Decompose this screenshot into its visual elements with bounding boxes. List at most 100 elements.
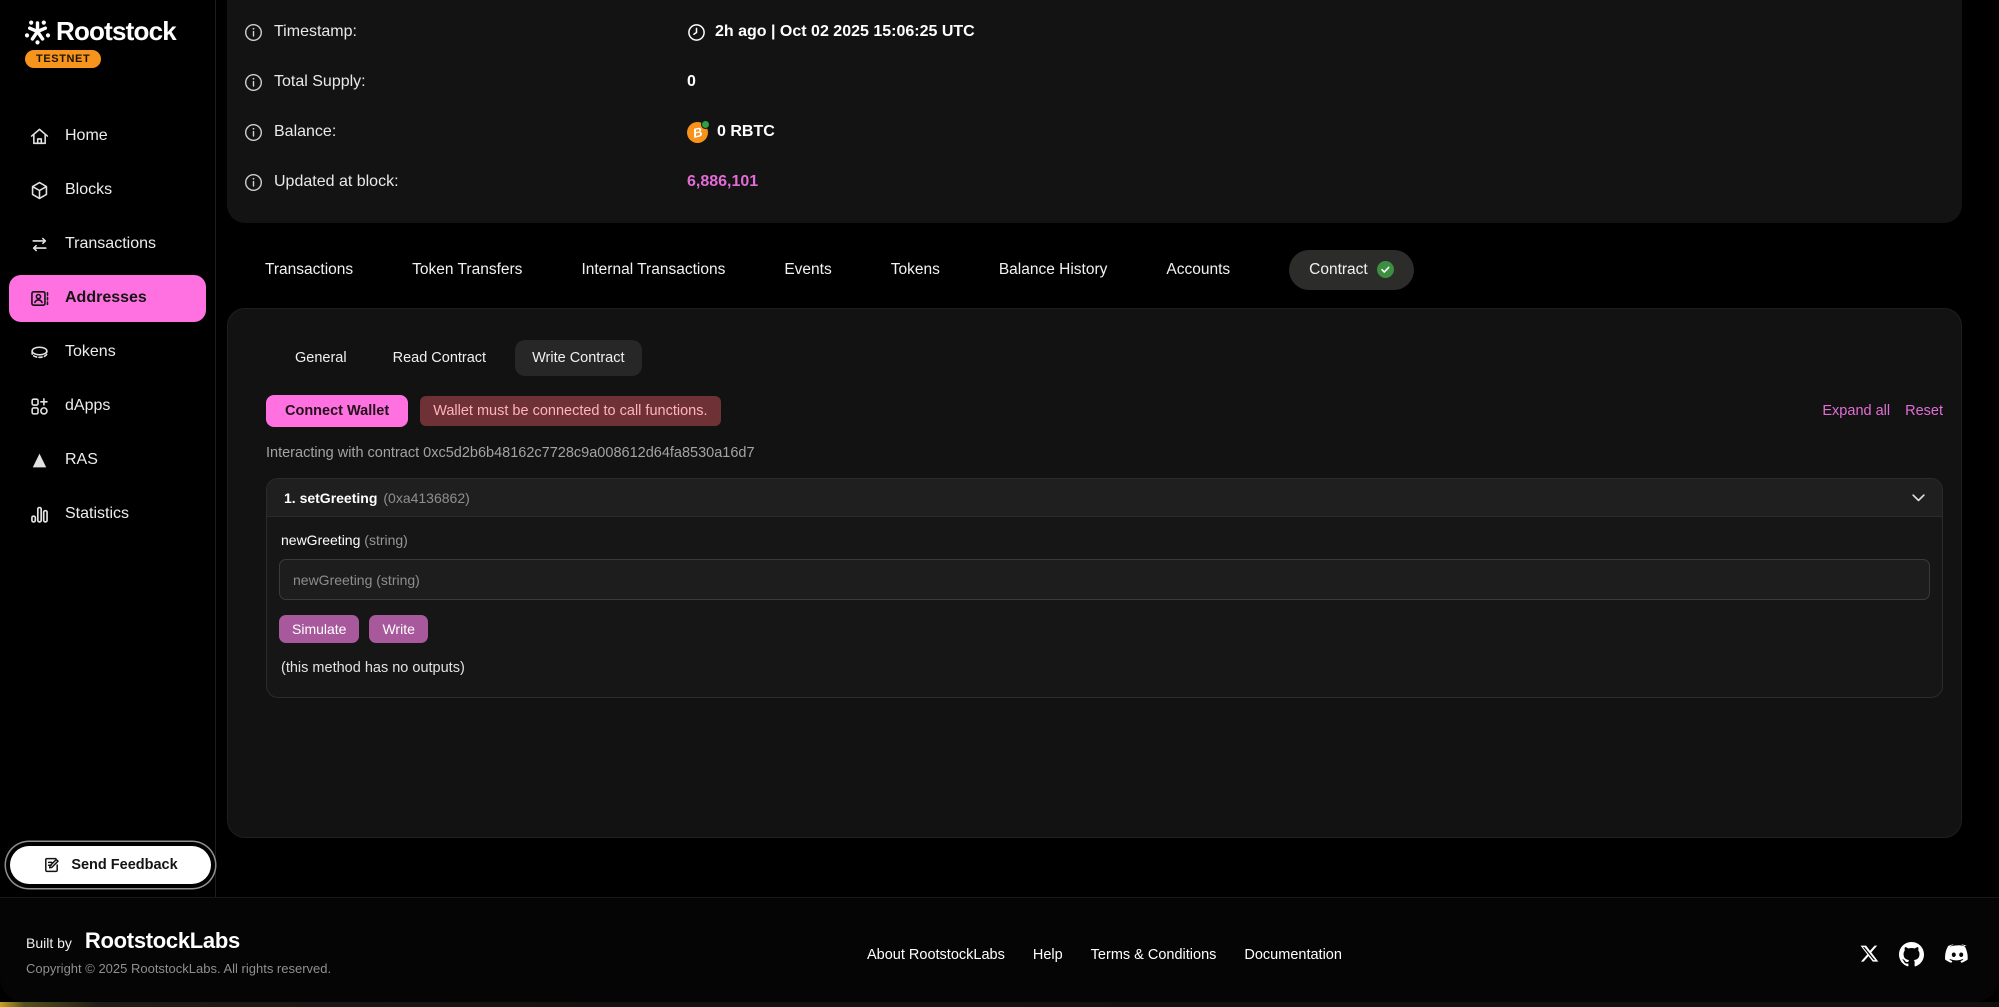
block-number-link[interactable]: 6,886,101 — [687, 173, 758, 191]
tab-balance-history[interactable]: Balance History — [999, 261, 1108, 279]
rootstock-logo[interactable]: Rootstock — [24, 16, 176, 47]
sidebar-item-statistics[interactable]: Statistics — [0, 487, 215, 541]
brand-name: Rootstock — [56, 16, 176, 47]
blocks-icon — [29, 180, 50, 201]
sidebar-item-label: Home — [65, 127, 108, 145]
contract-panel: General Read Contract Write Contract Con… — [227, 308, 1962, 838]
address-info-panel: Timestamp: 2h ago | Oct 02 2025 15:06:25… — [227, 0, 1962, 223]
method-title: 1. setGreeting — [284, 490, 377, 506]
info-label: Updated at block: — [244, 173, 687, 192]
info-icon[interactable] — [244, 23, 263, 42]
sidebar-item-addresses[interactable]: Addresses — [9, 275, 206, 322]
testnet-badge: TESTNET — [25, 50, 101, 68]
rbtc-green-badge — [701, 120, 710, 129]
x-twitter-icon[interactable] — [1858, 944, 1879, 965]
outputs-note: (this method has no outputs) — [281, 660, 1930, 676]
rootstocklabs-link[interactable]: RootstockLabs — [85, 928, 240, 954]
info-row-timestamp: Timestamp: 2h ago | Oct 02 2025 15:06:25… — [227, 7, 1962, 57]
footer-link-about[interactable]: About RootstockLabs — [867, 947, 1005, 963]
main-content: Timestamp: 2h ago | Oct 02 2025 15:06:25… — [216, 0, 1999, 838]
wallet-row: Connect Wallet Wallet must be connected … — [266, 395, 1943, 427]
tab-internal-transactions[interactable]: Internal Transactions — [581, 261, 725, 279]
method-actions: Simulate Write — [279, 615, 1930, 643]
info-label-text: Updated at block: — [274, 173, 399, 191]
interacting-with-contract-text: Interacting with contract 0xc5d2b6b48162… — [266, 445, 1943, 461]
subtab-read-contract[interactable]: Read Contract — [376, 340, 504, 376]
home-icon — [29, 126, 50, 147]
footer-link-terms[interactable]: Terms & Conditions — [1091, 947, 1217, 963]
tab-events[interactable]: Events — [784, 261, 831, 279]
info-icon[interactable] — [244, 73, 263, 92]
info-label: Total Supply: — [244, 73, 687, 92]
sidebar-item-ras[interactable]: RAS — [0, 433, 215, 487]
footer-links: About RootstockLabs Help Terms & Conditi… — [867, 947, 1342, 963]
footer-link-help[interactable]: Help — [1033, 947, 1063, 963]
expand-all-link[interactable]: Expand all — [1822, 403, 1890, 419]
feedback-pencil-icon — [43, 856, 61, 874]
sidebar-item-label: Transactions — [65, 235, 156, 253]
built-by-text: Built by — [26, 935, 72, 951]
info-label: Timestamp: — [244, 23, 687, 42]
sidebar-item-dapps[interactable]: dApps — [0, 379, 215, 433]
info-row-updated-at-block: Updated at block: 6,886,101 — [227, 157, 1962, 207]
info-icon[interactable] — [244, 173, 263, 192]
clock-icon — [687, 23, 706, 42]
footer: Built by RootstockLabs Copyright © 2025 … — [0, 897, 1999, 1002]
chevron-down-icon — [1912, 494, 1925, 502]
balance-value: B 0 RBTC — [687, 122, 775, 143]
sidebar-item-home[interactable]: Home — [0, 109, 215, 163]
wallet-warning-badge: Wallet must be connected to call functio… — [420, 396, 720, 426]
subtab-write-contract[interactable]: Write Contract — [515, 340, 641, 376]
simulate-button[interactable]: Simulate — [279, 615, 359, 643]
total-supply-value: 0 — [687, 73, 696, 91]
sidebar-item-transactions[interactable]: Transactions — [0, 217, 215, 271]
bottom-accent-strip — [0, 1002, 1999, 1007]
transactions-icon — [29, 234, 50, 255]
feedback-label: Send Feedback — [71, 857, 177, 873]
new-greeting-input[interactable] — [279, 559, 1930, 600]
param-label: newGreeting (string) — [281, 532, 1930, 548]
sidebar-nav: Home Blocks Transactions Addresses Token… — [0, 109, 215, 541]
address-tabs: Transactions Token Transfers Internal Tr… — [265, 247, 1999, 292]
info-label-text: Total Supply: — [274, 73, 366, 91]
tokens-icon — [29, 342, 50, 363]
info-icon[interactable] — [244, 123, 263, 142]
info-label-text: Balance: — [274, 123, 336, 141]
ras-icon — [29, 450, 50, 471]
sidebar-item-label: Tokens — [65, 343, 116, 361]
reset-link[interactable]: Reset — [1905, 403, 1943, 419]
social-icons — [1858, 941, 1971, 968]
method-accordion-body: newGreeting (string) Simulate Write (thi… — [267, 517, 1942, 697]
tab-tokens[interactable]: Tokens — [891, 261, 940, 279]
addresses-icon — [29, 288, 50, 309]
connect-wallet-button[interactable]: Connect Wallet — [266, 395, 408, 427]
sidebar-item-label: RAS — [65, 451, 98, 469]
copyright-text: Copyright © 2025 RootstockLabs. All righ… — [26, 961, 331, 976]
rbtc-coin-icon: B — [687, 122, 708, 143]
sidebar-item-label: dApps — [65, 397, 110, 415]
discord-icon[interactable] — [1944, 941, 1971, 968]
info-label-text: Timestamp: — [274, 23, 357, 41]
contract-subtabs: General Read Contract Write Contract — [278, 340, 1943, 376]
sidebar-item-tokens[interactable]: Tokens — [0, 325, 215, 379]
github-icon[interactable] — [1899, 942, 1924, 967]
tab-accounts[interactable]: Accounts — [1166, 261, 1230, 279]
sidebar-item-label: Addresses — [65, 289, 147, 307]
sidebar-item-label: Blocks — [65, 181, 112, 199]
method-selector: (0xa4136862) — [383, 490, 469, 506]
sidebar-item-label: Statistics — [65, 505, 129, 523]
send-feedback-button[interactable]: Send Feedback — [10, 846, 211, 884]
panel-links: Expand all Reset — [1822, 403, 1943, 419]
tab-transactions[interactable]: Transactions — [265, 261, 353, 279]
tab-contract[interactable]: Contract — [1289, 250, 1414, 290]
method-accordion: 1. setGreeting (0xa4136862) newGreeting … — [266, 478, 1943, 698]
dapps-icon — [29, 396, 50, 417]
sidebar-item-blocks[interactable]: Blocks — [0, 163, 215, 217]
write-button[interactable]: Write — [369, 615, 427, 643]
info-row-balance: Balance: B 0 RBTC — [227, 107, 1962, 157]
verified-check-icon — [1377, 261, 1394, 278]
tab-token-transfers[interactable]: Token Transfers — [412, 261, 522, 279]
method-accordion-header[interactable]: 1. setGreeting (0xa4136862) — [267, 479, 1942, 517]
footer-link-documentation[interactable]: Documentation — [1244, 947, 1342, 963]
subtab-general[interactable]: General — [278, 340, 364, 376]
